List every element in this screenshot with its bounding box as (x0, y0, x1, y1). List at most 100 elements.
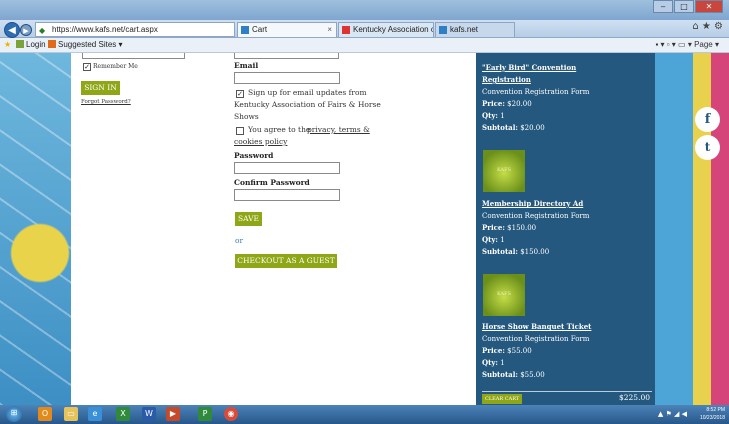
cart-item-title[interactable]: Membership Directory Ad (482, 198, 652, 210)
close-tab-icon[interactable]: × (327, 23, 332, 37)
sign-in-button[interactable]: SIGN IN (81, 81, 120, 95)
cart-item-form: Convention Registration Form (482, 88, 590, 96)
cart-item: Horse Show Banquet Ticket Convention Reg… (482, 321, 652, 381)
media-player-taskbar-icon[interactable]: ▶ (166, 407, 180, 421)
email-label: Email (234, 61, 259, 70)
cart-item-title[interactable]: Horse Show Banquet Ticket (482, 321, 652, 333)
home-icon[interactable]: ⌂ (692, 21, 698, 32)
cart-item-qty: Qty: 1 (482, 234, 652, 246)
twitter-share-icon[interactable]: t (695, 135, 720, 160)
remember-me-label: Remember Me (93, 63, 138, 70)
cart-item-subtotal: Subtotal: $150.00 (482, 246, 652, 258)
cookies-policy-link[interactable]: cookies policy (234, 136, 287, 148)
window-controls: ‒ □ ✕ (652, 0, 723, 14)
cart-item-title-cont[interactable]: Registration (482, 74, 652, 86)
excel-taskbar-icon[interactable]: X (116, 407, 130, 421)
page-icon (241, 26, 249, 34)
privacy-terms-link[interactable]: privacy, terms & (307, 124, 370, 136)
price-value: $55.00 (507, 347, 532, 355)
start-button[interactable]: ⊞ (6, 406, 22, 422)
qty-value: 1 (500, 359, 505, 367)
internet-explorer-taskbar-icon[interactable]: e (88, 407, 102, 421)
system-tray-icons[interactable]: ▲ ⚑ ◢ ◀ (658, 410, 687, 418)
page-icon (342, 26, 350, 34)
confirm-password-label: Confirm Password (234, 178, 310, 187)
subtotal-label: Subtotal: (482, 123, 518, 132)
cart-item-form: Convention Registration Form (482, 212, 590, 220)
favorite-login[interactable]: Login (16, 38, 46, 52)
clock[interactable]: 8:52 PM 10/23/2018 (700, 406, 725, 422)
command-bar[interactable]: ▪ ▾ ▫ ▾ ▭ ▾ Page ▾ (655, 38, 719, 52)
chrome-taskbar-icon[interactable]: ◉ (224, 407, 238, 421)
close-window-button[interactable]: ✕ (695, 0, 723, 13)
email-signup-checkbox[interactable]: ✓ (236, 90, 244, 98)
price-label: Price: (482, 223, 505, 232)
file-explorer-taskbar-icon[interactable]: ▭ (64, 407, 78, 421)
subtotal-value: $55.00 (520, 371, 545, 379)
email-signup-text-1: Sign up for email updates from (248, 88, 367, 97)
subtotal-value: $150.00 (520, 248, 550, 256)
price-value: $20.00 (507, 100, 532, 108)
background-decoration (655, 53, 729, 405)
address-bar[interactable]: ◆ https://www.kafs.net/cart.aspx (35, 22, 235, 37)
word-taskbar-icon[interactable]: W (142, 407, 156, 421)
price-label: Price: (482, 99, 505, 108)
subtotal-label: Subtotal: (482, 370, 518, 379)
subtotal-label: Subtotal: (482, 247, 518, 256)
confirm-password-field[interactable] (234, 189, 340, 201)
facebook-share-icon[interactable]: f (695, 107, 720, 132)
email-signup-text-3: Shows (234, 112, 259, 121)
favorites-bar: ★ Login Suggested Sites ▾ ▪ ▾ ▫ ▾ ▭ ▾ Pa… (0, 38, 729, 53)
membership-ad-thumbnail[interactable]: KAFS (483, 150, 525, 192)
tab-kafs-net[interactable]: kafs.net (435, 22, 515, 37)
back-button[interactable]: ◀ (4, 22, 20, 38)
account-panel: ✓ Remember Me SIGN IN Forgot Password? E… (71, 53, 476, 405)
name-field[interactable] (234, 53, 339, 59)
cart-item-title[interactable]: "Early Bird" Convention (482, 62, 652, 74)
qty-label: Qty: (482, 111, 498, 120)
suggested-sites-icon (48, 40, 56, 48)
publisher-taskbar-icon[interactable]: P (198, 407, 212, 421)
clear-cart-button[interactable]: CLEAR CART (482, 394, 523, 404)
page-icon (439, 26, 447, 34)
banquet-ticket-thumbnail[interactable]: KAFS (483, 274, 525, 316)
tab-label: Cart (252, 25, 268, 34)
outlook-taskbar-icon[interactable]: O (38, 407, 52, 421)
clock-time: 8:52 PM (706, 407, 725, 413)
site-icon: ◆ (39, 26, 46, 35)
email-field[interactable] (234, 72, 340, 84)
agree-terms-checkbox[interactable] (236, 127, 244, 135)
settings-gear-icon[interactable]: ⚙ (714, 21, 723, 32)
remember-me-checkbox[interactable]: ✓ (83, 63, 91, 71)
cart-item-qty: Qty: 1 (482, 357, 652, 369)
cart-footer: CLEAR CART $225.00 (482, 391, 652, 405)
favorites-star-icon[interactable]: ★ (702, 21, 711, 32)
checkout-as-guest-button[interactable]: CHECKOUT AS A GUEST (235, 254, 337, 268)
favorites-star-icon[interactable]: ★ (4, 38, 11, 52)
price-label: Price: (482, 346, 505, 355)
password-field[interactable] (234, 162, 340, 174)
save-button[interactable]: SAVE (235, 212, 262, 226)
minimize-button[interactable]: ‒ (653, 0, 673, 13)
forgot-password-link[interactable]: Forgot Password? (81, 99, 131, 105)
cart-item-price: Price: $20.00 (482, 98, 652, 110)
windows-taskbar: ⊞ O ▭ e X W ▶ P ◉ ▲ ⚑ ◢ ◀ 8:52 PM 10/23/… (0, 405, 729, 424)
tab-cart[interactable]: Cart × (237, 22, 337, 37)
qty-value: 1 (500, 236, 505, 244)
url-text: https://www.kafs.net/cart.aspx (52, 25, 158, 34)
thumbnail-watermark: KAFS (496, 167, 512, 173)
login-icon (16, 40, 24, 48)
login-password-field[interactable] (82, 53, 185, 59)
tab-kentucky-association[interactable]: Kentucky Association of... (338, 22, 434, 37)
favorite-suggested-sites[interactable]: Suggested Sites ▾ (48, 38, 123, 52)
qty-value: 1 (500, 112, 505, 120)
password-label: Password (234, 151, 274, 160)
maximize-button[interactable]: □ (674, 0, 694, 13)
clock-date: 10/23/2018 (699, 415, 725, 421)
page-viewport[interactable]: ✓ Remember Me SIGN IN Forgot Password? E… (0, 53, 729, 405)
forward-button[interactable]: ▶ (20, 24, 32, 36)
tab-label: kafs.net (450, 25, 479, 34)
subtotal-value: $20.00 (520, 124, 545, 132)
cart-item: Membership Directory Ad Convention Regis… (482, 198, 652, 258)
browser-titlebar: ‒ □ ✕ (0, 0, 729, 20)
